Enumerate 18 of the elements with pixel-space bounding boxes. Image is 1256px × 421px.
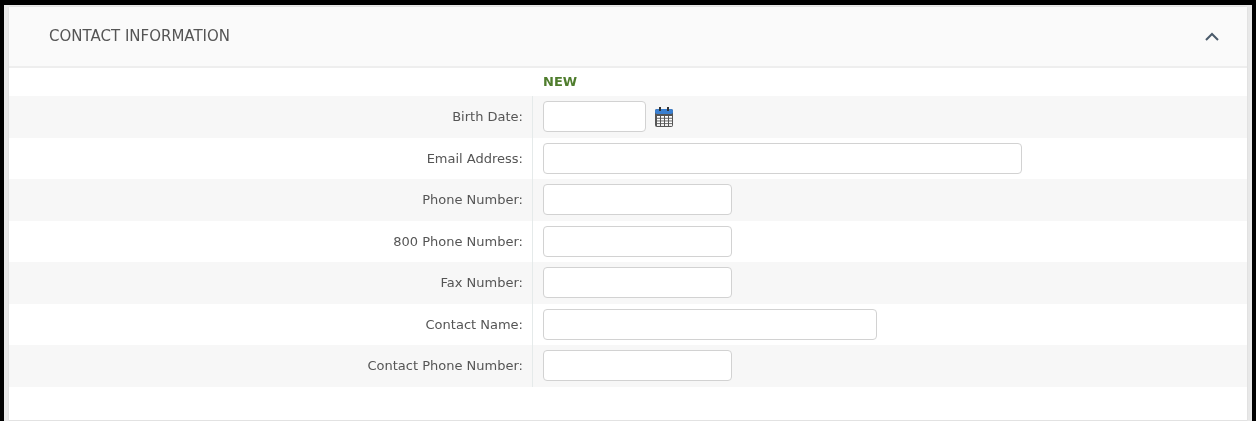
field-label: Contact Name:	[425, 315, 523, 334]
panel-title: CONTACT INFORMATION	[49, 26, 231, 48]
field-label: Fax Number:	[440, 274, 523, 292]
field-label: Email Address:	[426, 149, 523, 168]
field-label: Phone Number:	[422, 191, 523, 209]
input-field[interactable]	[543, 350, 732, 382]
input-field[interactable]	[543, 225, 732, 257]
input-field[interactable]	[543, 142, 1022, 174]
input-field[interactable]	[543, 308, 877, 340]
field-label: Birth Date:	[452, 108, 523, 126]
column-header: NEW	[543, 73, 578, 92]
date-field[interactable]	[543, 101, 646, 133]
input-field[interactable]	[543, 267, 732, 299]
field-label: Contact Phone Number:	[367, 357, 523, 375]
field-label: 800 Phone Number:	[393, 232, 523, 251]
input-field[interactable]	[543, 184, 732, 216]
collapse-icon[interactable]	[1205, 32, 1219, 41]
calendar-icon[interactable]	[654, 105, 674, 128]
